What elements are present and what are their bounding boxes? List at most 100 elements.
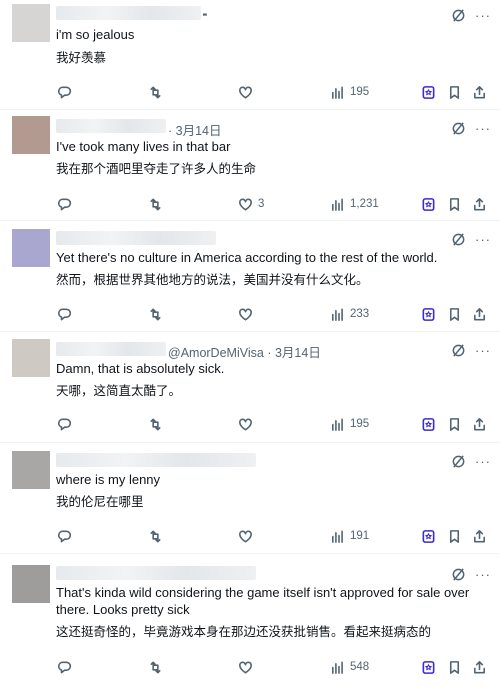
avatar[interactable] [12,229,50,267]
author-name-redacted[interactable] [56,119,166,133]
reply-text-en: where is my lenny [56,472,161,487]
bookmark-button[interactable] [447,83,462,101]
views-button[interactable]: 195 [330,415,369,433]
share-icon [474,197,485,210]
avatar[interactable] [12,116,50,154]
more-icon[interactable]: ··· [475,344,491,357]
author-handle-meta[interactable]: @AmorDeMiVisa · 3月14日 [168,342,321,361]
more-icon[interactable]: ··· [475,9,491,22]
share-button[interactable] [472,195,487,213]
reply-button[interactable] [57,195,72,213]
author-name-redacted[interactable] [56,231,216,245]
grok-save-button[interactable] [421,195,436,213]
reply-button[interactable] [57,305,72,323]
like-button[interactable] [238,415,258,433]
retweet-button[interactable] [148,415,163,433]
grok-icon[interactable] [451,8,466,23]
avatar[interactable] [12,451,50,489]
share-button[interactable] [472,415,487,433]
author-handle[interactable]: @AmorDeMiVisa [168,346,264,360]
post-date[interactable]: 3月14日 [275,346,321,360]
grok-icon[interactable] [451,454,466,469]
action-bar: 195 [0,415,500,433]
action-bar: 195 [0,83,500,101]
views-icon [332,86,343,99]
reply-button[interactable] [57,415,72,433]
heart-icon [239,418,252,430]
reply-text-zh: 我在那个酒吧里夺走了许多人的生命 [56,162,257,176]
avatar[interactable] [12,565,50,603]
author-name-redacted[interactable] [56,6,201,20]
share-button[interactable] [472,658,487,676]
grok-icon[interactable] [451,232,466,247]
retweet-icon [150,418,161,430]
reply-item[interactable]: ╸ ··· i'm so jealous 我好羡慕 195 [0,0,500,110]
heart-icon [239,86,252,98]
bookmark-button[interactable] [447,658,462,676]
author-name-redacted[interactable] [56,342,166,356]
grok-save-button[interactable] [421,527,436,545]
bookmark-button[interactable] [447,305,462,323]
reply-text-en: Yet there's no culture in America accord… [56,250,438,265]
like-count: 3 [258,198,265,210]
grok-bookmark-icon [422,529,435,543]
share-button[interactable] [472,305,487,323]
views-button[interactable]: 191 [330,527,369,545]
author-handle[interactable]: · 3月14日 [168,120,222,139]
reply-item[interactable]: ··· Yet there's no culture in America ac… [0,221,500,332]
grok-save-button[interactable] [421,305,436,323]
views-button[interactable]: 1,231 [330,195,379,213]
like-button[interactable] [238,658,258,676]
more-icon[interactable]: ··· [475,233,491,246]
bookmark-icon [449,417,460,431]
reply-item[interactable]: ··· That's kinda wild considering the ga… [0,554,500,699]
grok-save-button[interactable] [421,83,436,101]
views-button[interactable]: 548 [330,658,369,676]
reply-item[interactable]: @AmorDeMiVisa · 3月14日 ··· Damn, that is … [0,332,500,443]
author-name-redacted[interactable] [56,566,256,580]
grok-bookmark-icon [422,417,435,431]
reply-button[interactable] [57,527,72,545]
views-count: 1,231 [350,198,379,210]
like-button[interactable] [238,527,258,545]
grok-icon[interactable] [451,567,466,582]
reply-text-zh: 我好羡慕 [56,51,107,65]
retweet-icon [150,661,161,673]
like-button[interactable] [238,83,258,101]
reply-button[interactable] [57,83,72,101]
avatar[interactable] [12,4,50,42]
views-icon [332,198,343,211]
retweet-button[interactable] [148,658,163,676]
retweet-icon [150,308,161,320]
like-button[interactable] [238,305,258,323]
share-button[interactable] [472,527,487,545]
more-icon[interactable]: ··· [475,455,491,468]
reply-item[interactable]: · 3月14日 ··· I've took many lives in that… [0,110,500,221]
views-button[interactable]: 233 [330,305,369,323]
bookmark-button[interactable] [447,415,462,433]
grok-bookmark-icon [422,307,435,321]
grok-icon[interactable] [451,121,466,136]
author-name-redacted[interactable] [56,453,256,467]
views-button[interactable]: 195 [330,83,369,101]
reply-text-zh: 天哪，这简直太酷了。 [56,384,182,398]
reply-item[interactable]: ··· where is my lenny 我的伦尼在哪里 191 [0,443,500,554]
bookmark-button[interactable] [447,195,462,213]
retweet-button[interactable] [148,527,163,545]
grok-save-button[interactable] [421,415,436,433]
reply-button[interactable] [57,658,72,676]
author-handle[interactable]: ╸ [203,7,211,22]
bookmark-button[interactable] [447,527,462,545]
avatar[interactable] [12,339,50,377]
share-button[interactable] [472,83,487,101]
post-date[interactable]: 3月14日 [176,124,222,138]
views-icon [332,308,343,321]
retweet-button[interactable] [148,195,163,213]
more-icon[interactable]: ··· [475,122,491,135]
grok-save-button[interactable] [421,658,436,676]
more-icon[interactable]: ··· [475,568,491,581]
retweet-button[interactable] [148,83,163,101]
retweet-button[interactable] [148,305,163,323]
grok-icon[interactable] [451,343,466,358]
like-button[interactable]: 3 [238,195,264,213]
